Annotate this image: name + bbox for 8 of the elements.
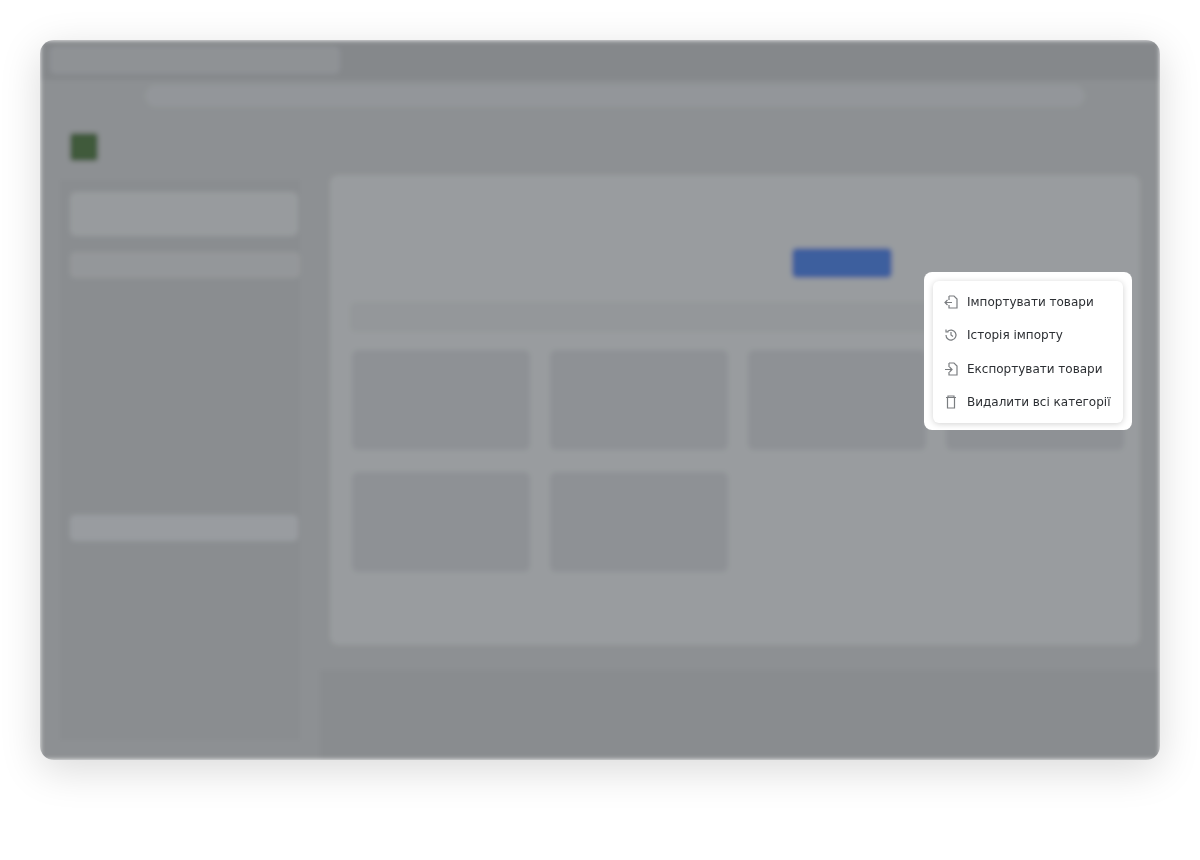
menu-item[interactable]: Імпортувати товари bbox=[933, 285, 1123, 319]
menu-item[interactable]: Історія імпорту bbox=[933, 318, 1123, 352]
menu-item[interactable]: Експортувати товари bbox=[933, 352, 1123, 386]
export-icon bbox=[943, 360, 959, 377]
menu-item[interactable]: Видалити всі категорії bbox=[933, 385, 1123, 419]
history-icon bbox=[943, 327, 959, 344]
trash-icon bbox=[943, 394, 959, 411]
import-icon bbox=[943, 293, 959, 310]
